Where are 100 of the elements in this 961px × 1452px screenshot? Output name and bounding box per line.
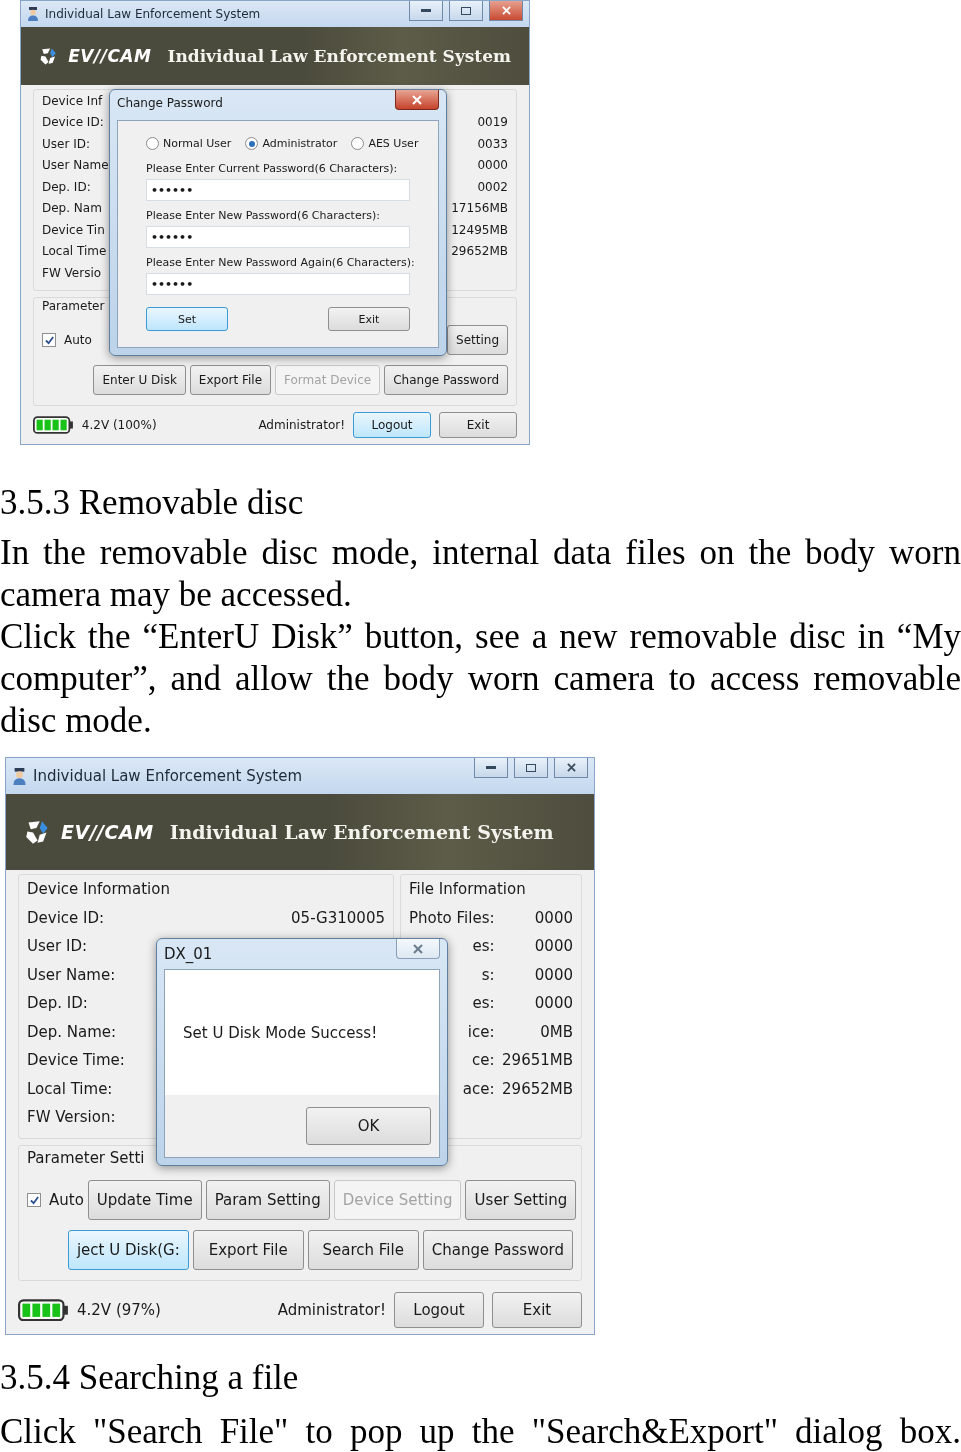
button[interactable]: Exit: [439, 412, 517, 438]
button[interactable]: OK: [306, 1107, 431, 1145]
minimize-button[interactable]: [409, 1, 443, 21]
close-icon: [412, 94, 422, 105]
radio-option[interactable]: Administrator: [245, 137, 338, 150]
radio-option[interactable]: Normal User: [146, 137, 232, 150]
close-icon: [501, 6, 511, 15]
maximize-icon: [461, 6, 471, 15]
window-title: Individual Law Enforcement System: [33, 767, 304, 785]
field-label: Local Time: [42, 244, 107, 259]
button[interactable]: Param Setting: [205, 1180, 330, 1220]
field-value: 29652MB: [451, 244, 508, 259]
field-value: 0000: [534, 965, 573, 984]
field-value: 17156MB: [451, 201, 508, 216]
password-field[interactable]: ••••••: [146, 179, 410, 201]
window-title: Individual Law Enforcement System: [45, 7, 262, 21]
field-label: ce:: [472, 1051, 495, 1070]
field-label: ace:: [462, 1079, 495, 1098]
banner-title: Individual Law Enforcement System: [169, 821, 554, 843]
dialog-title: Change Password: [117, 95, 224, 110]
field-label: Local Time:: [27, 1079, 113, 1098]
radio-button[interactable]: [245, 137, 259, 150]
button[interactable]: Export File: [189, 365, 272, 395]
battery-voltage: 4.2V (97%): [77, 1301, 161, 1319]
field-value: 29652MB: [502, 1079, 573, 1098]
field-value: 0000: [534, 908, 573, 927]
checkbox-label: Auto: [64, 333, 92, 347]
field-label: Device ID:: [27, 908, 105, 927]
close-button[interactable]: [554, 758, 588, 778]
button[interactable]: User Setting: [465, 1180, 577, 1220]
field-label: Device Time:: [27, 1051, 125, 1070]
panel-title: Parameter Setti: [27, 1148, 145, 1167]
field-label: es:: [472, 994, 495, 1013]
field-label: FW Version:: [27, 1108, 116, 1127]
button[interactable]: ject U Disk(G:: [67, 1230, 189, 1270]
maximize-button[interactable]: [514, 758, 548, 778]
radio-button[interactable]: [146, 137, 159, 150]
minimize-icon: [486, 765, 496, 770]
check-icon: [29, 1195, 39, 1205]
minimize-icon: [421, 8, 431, 13]
officer-icon: [12, 767, 27, 785]
button[interactable]: Change Password: [422, 1230, 573, 1270]
button[interactable]: Search File: [307, 1230, 419, 1270]
close-button[interactable]: [489, 1, 523, 21]
panel-title: File Information: [409, 880, 526, 899]
field-label: Device ID:: [42, 115, 104, 130]
button[interactable]: Logout: [394, 1292, 484, 1328]
field-label: User Name:: [27, 965, 116, 984]
field-value: 0000: [534, 994, 573, 1013]
banner-title: Individual Law Enforcement System: [167, 46, 511, 66]
checkbox-label: Auto: [49, 1191, 84, 1209]
button[interactable]: Enter U Disk: [93, 365, 186, 395]
field-label: User ID:: [27, 937, 87, 956]
officer-icon: [27, 7, 39, 21]
button[interactable]: Set: [146, 307, 228, 331]
dialog-message: Set U Disk Mode Success!: [183, 1023, 378, 1042]
close-button[interactable]: [395, 90, 439, 110]
button[interactable]: Change Password: [384, 365, 508, 395]
maximize-button[interactable]: [449, 1, 483, 21]
password-field[interactable]: ••••••: [146, 273, 410, 295]
field-label: FW Versio: [42, 265, 102, 280]
password-field[interactable]: ••••••: [146, 226, 410, 248]
field-label: Dep. Nam: [42, 201, 102, 216]
user-role: Administrator!: [258, 418, 345, 432]
battery-voltage: 4.2V (100%): [81, 418, 157, 432]
field-value: 05-G310005: [291, 908, 385, 927]
auto-checkbox[interactable]: [42, 333, 56, 347]
section-heading: 3.5.3 Removable disc: [0, 482, 305, 524]
field-label: Dep. ID:: [27, 994, 88, 1013]
button[interactable]: Export File: [192, 1230, 304, 1270]
radio-option[interactable]: AES User: [351, 137, 419, 150]
button[interactable]: Setting: [447, 325, 508, 355]
field-value: 0019: [477, 115, 508, 130]
field-value: 0002: [477, 179, 508, 194]
paragraph: Click "Search File" to pop up the "Search&Export" dialog box.: [0, 1411, 961, 1452]
paragraph: In the removable disc mode, internal data files on the body worn camera may be accessed.: [0, 532, 961, 616]
field-value: 29651MB: [502, 1051, 573, 1070]
panel-title: Device Information: [27, 880, 170, 899]
close-icon: [566, 763, 576, 772]
radio-button[interactable]: [351, 137, 365, 150]
minimize-button[interactable]: [474, 758, 508, 778]
maximize-icon: [526, 763, 536, 772]
button[interactable]: Logout: [353, 412, 431, 438]
logo-text: EV//CAM: [61, 821, 154, 843]
dialog-title: DX_01: [164, 944, 214, 963]
field-label: ice:: [467, 1022, 495, 1041]
auto-checkbox[interactable]: [27, 1193, 41, 1207]
field-label: User ID:: [42, 136, 90, 151]
field-label: Please Enter Current Password(6 Characters):: [146, 162, 399, 175]
logo-text: EV//CAM: [68, 46, 152, 66]
section-heading: 3.5.4 Searching a file: [0, 1357, 300, 1399]
field-value: 0MB: [540, 1022, 573, 1041]
field-label: s:: [481, 965, 495, 984]
close-icon: [413, 943, 423, 954]
paragraph: Click the “EnterU Disk” button, see a new removable disc in “My computer”, and allow the body worn camera to access removable disc mode.: [0, 616, 961, 742]
button[interactable]: Exit: [492, 1292, 582, 1328]
button[interactable]: Exit: [328, 307, 410, 331]
panel-title: Device Inf: [42, 93, 103, 108]
field-value: 0000: [477, 158, 508, 173]
button[interactable]: Update Time: [87, 1180, 202, 1220]
